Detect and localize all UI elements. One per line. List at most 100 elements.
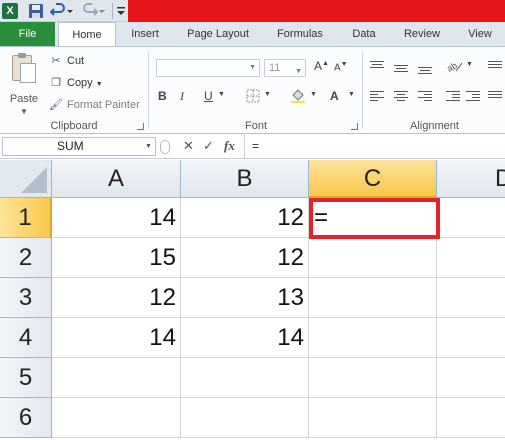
- font-name-box[interactable]: ▼: [156, 59, 260, 77]
- scissors-icon: ✂: [51, 55, 61, 67]
- shrink-font-icon[interactable]: A▼: [334, 61, 348, 73]
- font-color-icon[interactable]: A: [330, 89, 339, 103]
- tab-home[interactable]: Home: [58, 22, 116, 47]
- cell-d4[interactable]: [437, 318, 505, 358]
- cell-a1[interactable]: 14: [52, 198, 181, 238]
- align-middle-icon[interactable]: [394, 65, 408, 77]
- qat-separator: [112, 3, 113, 19]
- cell-a3[interactable]: 12: [52, 278, 181, 318]
- align-top-icon[interactable]: [370, 61, 384, 73]
- font-color-dropdown-icon[interactable]: ▼: [348, 91, 355, 98]
- customize-qat-icon[interactable]: [116, 3, 126, 19]
- tab-insert[interactable]: Insert: [122, 22, 168, 46]
- row-header-4[interactable]: 4: [0, 318, 52, 358]
- cell-c6[interactable]: [309, 398, 437, 438]
- fill-color-icon[interactable]: [290, 89, 306, 106]
- redo-dropdown-icon[interactable]: [98, 3, 106, 19]
- wrap-text-icon[interactable]: [488, 61, 502, 73]
- font-size-box[interactable]: 11 ▼: [264, 59, 306, 77]
- cell-b2[interactable]: 12: [181, 238, 309, 278]
- font-launcher-icon[interactable]: [351, 123, 358, 130]
- tab-data[interactable]: Data: [344, 22, 384, 46]
- row-header-2[interactable]: 2: [0, 238, 52, 278]
- tab-view[interactable]: View: [460, 22, 500, 46]
- tab-page-layout[interactable]: Page Layout: [180, 22, 256, 46]
- cell-c4[interactable]: [309, 318, 437, 358]
- grow-font-icon[interactable]: A▲: [314, 59, 329, 73]
- cell-c5[interactable]: [309, 358, 437, 398]
- cell-d3[interactable]: [437, 278, 505, 318]
- tab-file[interactable]: File: [0, 22, 55, 46]
- borders-dropdown-icon[interactable]: ▼: [264, 91, 271, 98]
- orientation-dropdown-icon[interactable]: ▼: [466, 61, 473, 68]
- column-header-c[interactable]: C: [309, 160, 437, 198]
- align-right-icon[interactable]: [418, 91, 432, 103]
- tab-review[interactable]: Review: [396, 22, 448, 46]
- copy-dropdown-icon[interactable]: ▼: [96, 81, 103, 88]
- column-header-a[interactable]: A: [52, 160, 181, 198]
- name-box-dropdown-icon[interactable]: ▼: [145, 143, 152, 150]
- cell-d2[interactable]: [437, 238, 505, 278]
- bold-button[interactable]: B: [158, 89, 167, 103]
- cut-button[interactable]: ✂ Cut: [48, 52, 84, 70]
- cell-a2[interactable]: 15: [52, 238, 181, 278]
- quick-access-toolbar: X: [0, 0, 505, 22]
- merge-center-icon[interactable]: [488, 91, 502, 103]
- align-left-icon[interactable]: [370, 91, 384, 103]
- align-bottom-icon[interactable]: [418, 67, 432, 79]
- format-painter-button[interactable]: 🖌 Format Painter: [48, 96, 140, 114]
- borders-icon[interactable]: [246, 89, 260, 106]
- decrease-indent-icon[interactable]: [446, 91, 460, 103]
- save-icon[interactable]: [28, 3, 44, 19]
- font-group: ▼ 11 ▼ A▲ A▼ B I U ▼ ▼ ▼ A ▼ Font: [150, 47, 362, 134]
- undo-dropdown-icon[interactable]: [66, 3, 74, 19]
- cell-d1[interactable]: [437, 198, 505, 238]
- column-header-d[interactable]: D: [437, 160, 505, 198]
- font-name-dropdown-icon[interactable]: ▼: [249, 64, 256, 71]
- formula-input[interactable]: =: [252, 137, 502, 156]
- row-header-3[interactable]: 3: [0, 278, 52, 318]
- cell-d6[interactable]: [437, 398, 505, 438]
- cell-b5[interactable]: [181, 358, 309, 398]
- font-size-dropdown-icon[interactable]: ▼: [295, 64, 302, 80]
- row-header-1[interactable]: 1: [0, 198, 52, 238]
- enter-checkmark-icon[interactable]: ✓: [203, 138, 214, 154]
- cell-d5[interactable]: [437, 358, 505, 398]
- italic-button[interactable]: I: [180, 89, 184, 104]
- undo-icon[interactable]: [49, 3, 66, 19]
- row-header-5[interactable]: 5: [0, 358, 52, 398]
- cell-b3[interactable]: 13: [181, 278, 309, 318]
- increase-indent-icon[interactable]: [466, 91, 480, 103]
- svg-text:ab: ab: [446, 60, 459, 73]
- tab-formulas[interactable]: Formulas: [270, 22, 330, 46]
- orientation-icon[interactable]: ab: [445, 59, 464, 76]
- column-header-b[interactable]: B: [181, 160, 309, 198]
- formula-bar-grip[interactable]: [160, 140, 170, 154]
- redo-icon[interactable]: [82, 3, 99, 19]
- cell-b1[interactable]: 12: [181, 198, 309, 238]
- copy-button[interactable]: ❐ Copy ▼: [48, 74, 103, 92]
- clipboard-launcher-icon[interactable]: [137, 123, 144, 130]
- underline-dropdown-icon[interactable]: ▼: [218, 91, 225, 98]
- cut-label: Cut: [67, 55, 85, 67]
- name-box[interactable]: SUM: [2, 137, 156, 156]
- fill-color-dropdown-icon[interactable]: ▼: [310, 91, 317, 98]
- align-center-icon[interactable]: [394, 91, 408, 103]
- cell-a4[interactable]: 14: [52, 318, 181, 358]
- paste-dropdown-icon[interactable]: ▼: [20, 107, 28, 116]
- cell-c2[interactable]: [309, 238, 437, 278]
- select-all-corner[interactable]: [0, 160, 52, 198]
- cell-a6[interactable]: [52, 398, 181, 438]
- cell-c3[interactable]: [309, 278, 437, 318]
- underline-button[interactable]: U: [204, 89, 213, 103]
- cell-b4[interactable]: 14: [181, 318, 309, 358]
- cell-b6[interactable]: [181, 398, 309, 438]
- cancel-icon[interactable]: ✕: [183, 138, 194, 154]
- paste-button[interactable]: Paste ▼: [6, 53, 42, 116]
- insert-function-icon[interactable]: fx: [224, 138, 235, 154]
- cell-a5[interactable]: [52, 358, 181, 398]
- name-box-value: SUM: [57, 139, 84, 153]
- excel-app-icon[interactable]: X: [2, 3, 18, 19]
- active-cell-highlight: [309, 198, 440, 239]
- row-header-6[interactable]: 6: [0, 398, 52, 438]
